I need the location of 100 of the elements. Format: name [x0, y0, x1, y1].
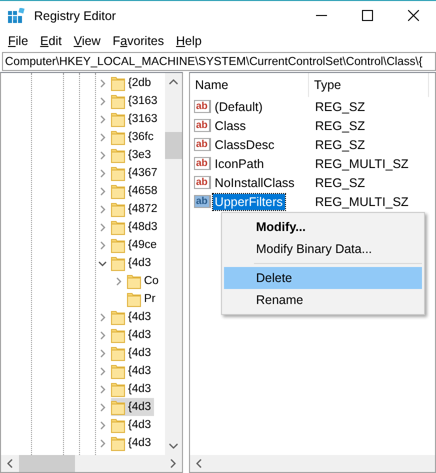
tree-item[interactable]: {36fc — [111, 128, 157, 146]
tree-item[interactable]: {4d3 — [111, 308, 154, 326]
chevron-right-icon[interactable] — [98, 240, 107, 250]
folder-icon — [111, 328, 125, 342]
value-name[interactable]: IconPath — [212, 156, 266, 172]
horizontal-scrollbar[interactable] — [1, 455, 182, 472]
folder-icon — [111, 112, 125, 126]
value-name[interactable]: NoInstallClass — [212, 174, 297, 190]
folder-icon — [111, 130, 125, 144]
tree-item[interactable]: {4658 — [111, 182, 160, 200]
menu-item[interactable]: Edit — [34, 30, 68, 50]
maximize-icon — [362, 10, 372, 21]
value-type: REG_SZ — [314, 118, 366, 132]
chevron-right-icon[interactable] — [98, 384, 107, 394]
string-value-icon: ab — [194, 157, 211, 170]
string-value-icon: ab — [194, 195, 211, 208]
chevron-right-icon[interactable] — [98, 78, 107, 88]
chevron-right-icon[interactable] — [98, 402, 107, 412]
tree-item[interactable]: {4d3 — [111, 254, 154, 272]
chevron-right-icon[interactable] — [98, 330, 107, 340]
context-menu-item[interactable]: Rename — [224, 289, 422, 311]
scroll-up-icon[interactable] — [169, 79, 178, 85]
address-field[interactable]: Computer\HKEY_LOCAL_MACHINE\SYSTEM\CurrentControlSet\Control\Class\{ — [2, 52, 436, 71]
chevron-right-icon[interactable] — [98, 150, 107, 160]
scroll-down-icon[interactable] — [169, 443, 178, 449]
folder-icon — [127, 274, 141, 288]
string-value-icon: ab — [194, 100, 211, 113]
folder-icon — [127, 292, 141, 306]
scroll-left-icon[interactable] — [196, 459, 202, 468]
menu-item[interactable]: Favorites — [106, 30, 170, 50]
chevron-down-icon[interactable] — [98, 258, 107, 268]
scroll-right-icon[interactable] — [170, 459, 176, 468]
value-name[interactable]: (Default) — [212, 98, 265, 114]
folder-icon — [111, 382, 125, 396]
tree-item[interactable]: Co — [127, 272, 162, 290]
tree-item[interactable]: {4367 — [111, 164, 160, 182]
folder-icon — [111, 76, 125, 90]
chevron-right-icon[interactable] — [98, 204, 107, 214]
string-value-icon: ab — [194, 138, 211, 151]
chevron-right-icon[interactable] — [98, 222, 107, 232]
scrollbar-thumb[interactable] — [165, 132, 182, 159]
chevron-right-icon[interactable] — [98, 132, 107, 142]
chevron-right-icon[interactable] — [98, 114, 107, 124]
folder-icon — [111, 148, 125, 162]
value-type: REG_SZ — [314, 100, 366, 114]
column-header[interactable]: Type — [309, 73, 429, 97]
tree-item[interactable]: {4d3 — [111, 344, 154, 362]
tree-item[interactable]: {3163 — [111, 92, 160, 110]
registry-icon — [8, 8, 26, 24]
value-name[interactable]: UpperFilters — [212, 194, 285, 210]
close-icon — [408, 10, 418, 21]
chevron-right-icon[interactable] — [98, 168, 107, 178]
value-name[interactable]: Class — [212, 118, 248, 134]
tree-item[interactable]: {4d3 — [111, 434, 154, 452]
menu-item[interactable]: View — [68, 30, 107, 50]
tree-item[interactable]: {4872 — [111, 200, 160, 218]
value-type: REG_SZ — [314, 176, 366, 190]
tree-item[interactable]: {4d3 — [111, 380, 154, 398]
folder-icon — [111, 184, 125, 198]
horizontal-scrollbar[interactable] — [190, 455, 435, 472]
tree-item[interactable]: Pr — [127, 290, 158, 308]
folder-icon — [111, 94, 125, 108]
tree-item[interactable]: {4d3 — [111, 398, 154, 416]
chevron-right-icon[interactable] — [98, 438, 107, 448]
chevron-right-icon[interactable] — [98, 186, 107, 196]
column-header[interactable]: Name — [190, 73, 309, 97]
tree-item[interactable]: {4d3 — [111, 326, 154, 344]
chevron-right-icon[interactable] — [98, 348, 107, 358]
chevron-right-icon[interactable] — [98, 366, 107, 376]
tree-item[interactable]: {48d3 — [111, 218, 160, 236]
string-value-icon: ab — [194, 119, 211, 132]
chevron-right-icon[interactable] — [98, 312, 107, 322]
folder-icon — [111, 436, 125, 450]
chevron-right-icon[interactable] — [98, 420, 107, 430]
context-menu-item[interactable]: Delete — [224, 267, 422, 289]
context-menu-item[interactable]: Modify... — [224, 216, 422, 238]
value-type: REG_MULTI_SZ — [314, 156, 409, 170]
scroll-left-icon[interactable] — [7, 459, 13, 468]
tree-item[interactable]: {4d3 — [111, 362, 154, 380]
menu-item[interactable]: File — [2, 30, 34, 50]
scrollbar-thumb[interactable] — [19, 455, 75, 472]
menu-item[interactable]: Help — [170, 30, 208, 50]
tree-item[interactable]: {3163 — [111, 110, 160, 128]
folder-icon — [111, 346, 125, 360]
folder-icon — [111, 220, 125, 234]
folder-icon — [111, 166, 125, 180]
folder-icon — [111, 256, 125, 270]
tree-item[interactable]: {2db — [111, 74, 154, 92]
chevron-right-icon[interactable] — [114, 276, 123, 286]
vertical-scrollbar[interactable] — [165, 73, 182, 455]
folder-icon — [111, 310, 125, 324]
chevron-right-icon[interactable] — [98, 96, 107, 106]
tree-item[interactable]: {4d3 — [111, 416, 154, 434]
value-name[interactable]: ClassDesc — [212, 136, 276, 152]
context-menu-item[interactable]: Modify Binary Data... — [224, 238, 422, 260]
value-type: REG_MULTI_SZ — [314, 194, 409, 208]
tree-item[interactable]: {3e3 — [111, 146, 154, 164]
folder-icon — [111, 418, 125, 432]
tree-item[interactable]: {49ce — [111, 236, 160, 254]
folder-icon — [111, 202, 125, 216]
